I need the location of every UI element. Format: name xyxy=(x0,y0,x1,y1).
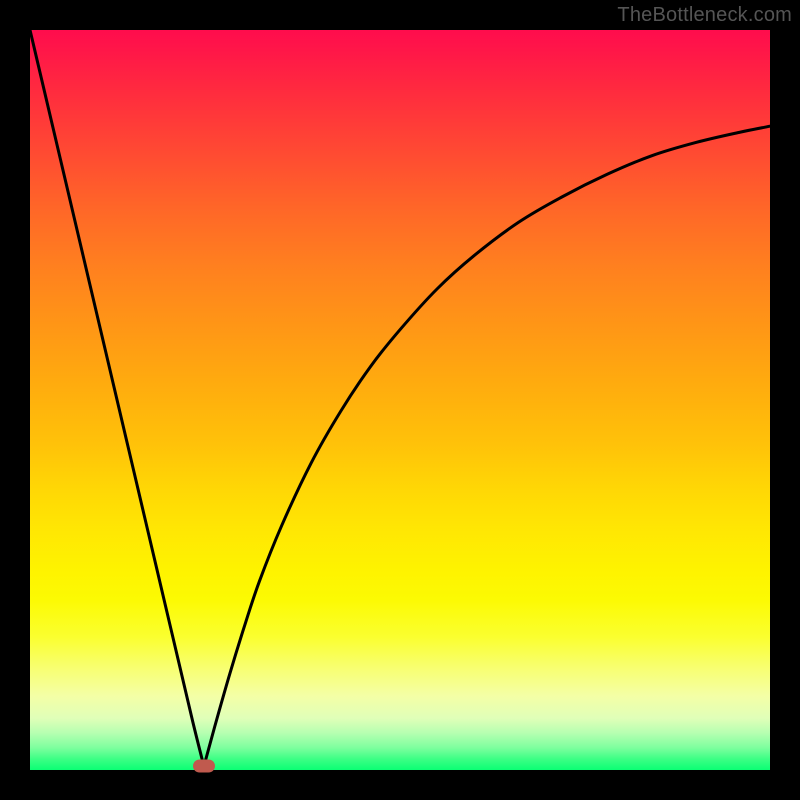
curve-right-branch xyxy=(204,126,770,766)
plot-area xyxy=(30,30,770,770)
minimum-marker xyxy=(193,760,215,773)
watermark-text: TheBottleneck.com xyxy=(617,4,792,27)
curve-svg xyxy=(30,30,770,770)
curve-left-branch xyxy=(30,30,204,766)
chart-frame: TheBottleneck.com xyxy=(0,0,800,800)
